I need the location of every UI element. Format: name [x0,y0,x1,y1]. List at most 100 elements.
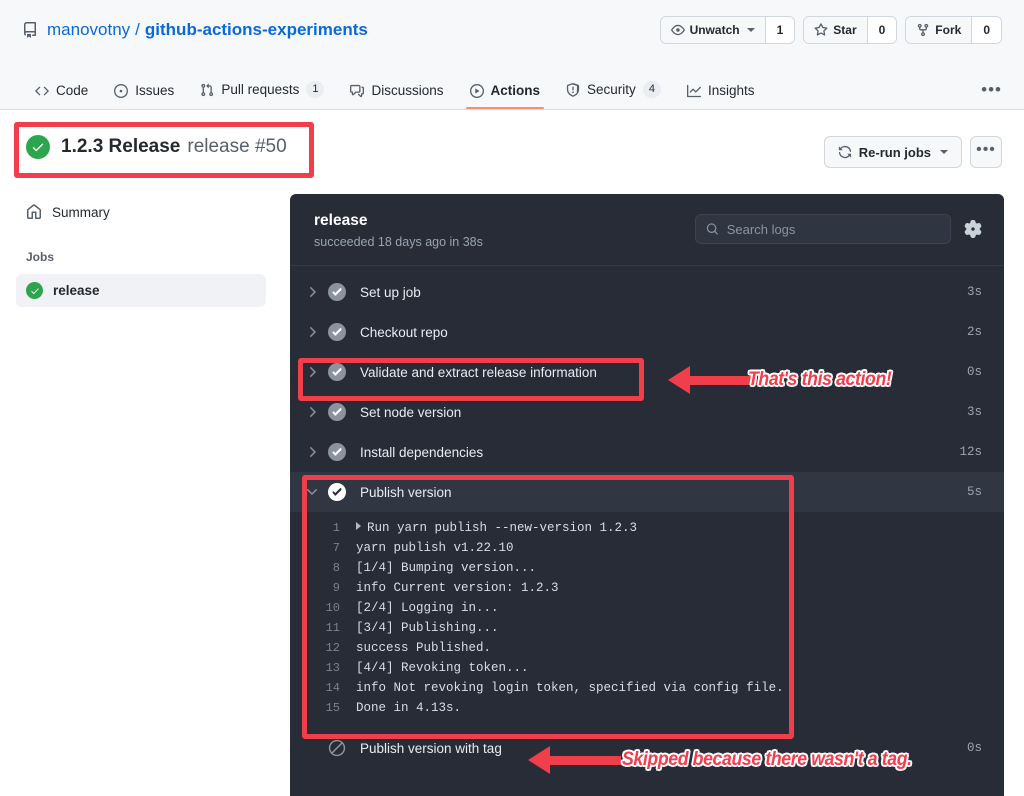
skip-icon [328,739,346,757]
chevron-right-icon[interactable] [304,404,320,420]
tab-security[interactable]: Security 4 [553,74,674,109]
run-overflow-button[interactable]: ••• [970,136,1002,168]
log-line-text: yarn publish v1.22.10 [356,541,514,555]
triangle-right-icon[interactable] [356,522,361,530]
log-line: 14 info Not revoking login token, specif… [290,678,1004,698]
nav-overflow-button[interactable]: ••• [981,81,1002,98]
steps-list: Set up job 3s Checkout repo 2s Validate … [290,266,1004,768]
repo-icon [23,22,36,38]
step-label: Publish version [360,484,452,500]
log-line-number: 15 [325,701,340,715]
gear-icon[interactable] [964,220,982,238]
check-circle-fill-icon [328,403,346,421]
shield-icon [566,82,580,97]
search-logs-box[interactable] [695,214,951,244]
unwatch-button[interactable]: Unwatch [660,17,765,43]
log-line-text: [2/4] Logging in... [356,601,499,615]
tab-actions[interactable]: Actions [457,76,554,109]
log-line: 8 [1/4] Bumping version... [290,558,1004,578]
star-button-group[interactable]: Star 0 [803,16,898,44]
rerun-jobs-button[interactable]: Re-run jobs [823,136,962,168]
repo-owner-link[interactable]: manovotny [47,20,130,40]
eye-icon [670,24,685,36]
step-row-skipped[interactable]: Publish version with tag 0s [290,728,1004,768]
step-row[interactable]: Set node version 3s [290,392,1004,432]
log-line-text: success Published. [356,641,492,655]
fork-button[interactable]: Fork [906,17,972,43]
repo-action-buttons: Unwatch 1 Star 0 Fork 0 [659,16,1002,44]
log-job-name: release [314,212,368,229]
log-job-status: succeeded 18 days ago in 38s [314,235,483,249]
log-line-number: 11 [325,621,340,635]
tab-pull-requests[interactable]: Pull requests 1 [187,74,337,109]
sidebar-item-summary-label: Summary [52,204,110,220]
sidebar-item-release[interactable]: release [16,274,266,307]
fork-count[interactable]: 0 [971,17,1001,43]
step-duration: 0s [966,365,982,379]
sidebar-item-summary[interactable]: Summary [16,196,266,228]
repo-name-link[interactable]: github-actions-experiments [145,20,368,40]
chevron-right-icon[interactable] [304,324,320,340]
step-duration: 0s [966,741,982,755]
step-row-expanded[interactable]: Publish version 5s [290,472,1004,512]
log-line: 9 info Current version: 1.2.3 [290,578,1004,598]
star-button[interactable]: Star [804,17,867,43]
chevron-down-icon[interactable] [304,484,320,500]
tab-issues[interactable]: Issues [101,76,187,109]
check-circle-fill-icon [26,282,43,299]
graph-icon [686,84,701,97]
chevron-right-icon[interactable] [304,444,320,460]
code-icon [35,86,49,95]
tab-pull-requests-label: Pull requests [221,82,300,97]
check-circle-fill-icon [328,283,346,301]
fork-icon [918,23,929,37]
tab-security-badge: 4 [642,81,661,98]
log-line: 1 Run yarn publish --new-version 1.2.3 [290,518,1004,538]
log-line-text: [1/4] Bumping version... [356,561,537,575]
log-line: 12 success Published. [290,638,1004,658]
search-logs-input[interactable] [726,221,940,237]
run-action-buttons: Re-run jobs ••• [823,136,1002,168]
chevron-down-icon [940,150,948,154]
log-line: 10 [2/4] Logging in... [290,598,1004,618]
step-row[interactable]: Checkout repo 2s [290,312,1004,352]
log-line-number: 10 [325,601,340,615]
star-icon [814,23,828,36]
job-log-panel: release succeeded 18 days ago in 38s Set… [290,194,1004,796]
step-label: Publish version with tag [360,740,502,756]
run-sidebar: Summary Jobs release [16,196,266,307]
watch-count[interactable]: 1 [764,17,795,43]
step-label: Install dependencies [360,444,484,460]
rerun-jobs-label: Re-run jobs [858,144,931,160]
step-row[interactable]: Install dependencies 12s [290,432,1004,472]
chevron-right-icon[interactable] [304,284,320,300]
tab-actions-label: Actions [490,83,541,98]
log-line-text: info Not revoking login token, specified… [356,681,784,695]
step-row[interactable]: Validate and extract release information… [290,352,1004,392]
play-icon [469,83,484,98]
tab-code[interactable]: Code [22,76,101,109]
step-duration: 12s [959,445,982,459]
log-line-number: 7 [332,541,340,555]
tab-issues-label: Issues [135,83,175,98]
git-pull-request-icon [201,83,214,96]
check-circle-fill-icon [328,323,346,341]
step-row[interactable]: Set up job 3s [290,272,1004,312]
search-icon [706,223,718,235]
tab-insights[interactable]: Insights [674,76,768,109]
issue-opened-icon [114,83,129,98]
watch-button-group[interactable]: Unwatch 1 [659,16,796,44]
check-circle-fill-icon [328,443,346,461]
tab-code-label: Code [56,83,89,98]
tab-discussions[interactable]: Discussions [337,76,456,109]
log-line: 11 [3/4] Publishing... [290,618,1004,638]
fork-button-group[interactable]: Fork 0 [905,16,1002,44]
step-duration: 2s [966,325,982,339]
annotation-box-run-title [14,122,314,178]
breadcrumb-separator: / [135,20,140,39]
star-count[interactable]: 0 [866,17,897,43]
tab-pull-requests-badge: 1 [306,81,325,98]
step-duration: 3s [966,405,982,419]
chevron-right-icon[interactable] [304,364,320,380]
step-duration: 3s [966,285,982,299]
